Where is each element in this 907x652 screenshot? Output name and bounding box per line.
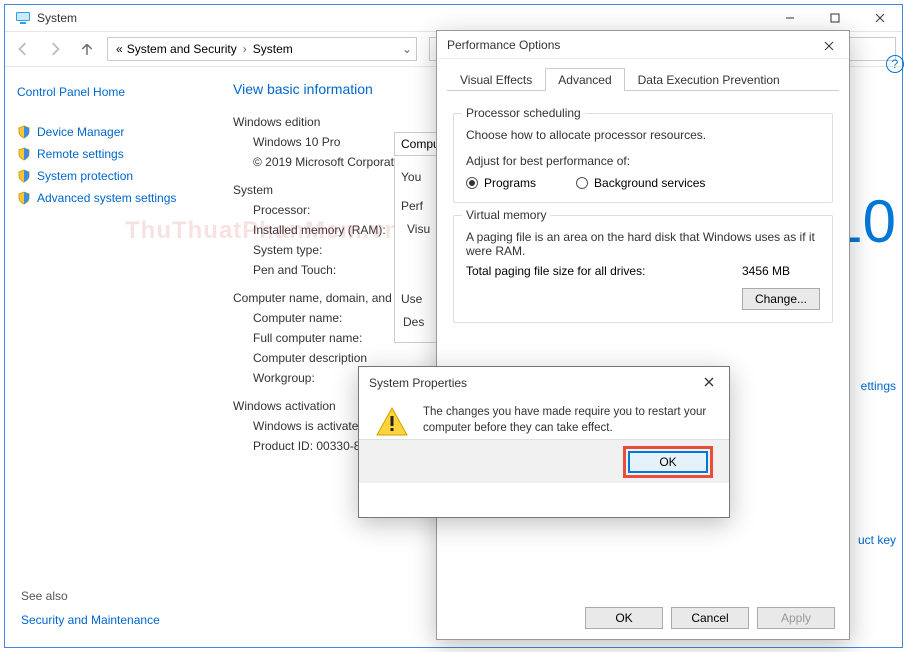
- sidebar-item-system-protection[interactable]: System protection: [17, 169, 203, 183]
- virtual-memory-group: Virtual memory A paging file is an area …: [453, 215, 833, 323]
- breadcrumb[interactable]: System and Security: [127, 42, 237, 56]
- restart-required-dialog: System Properties The changes you have m…: [358, 366, 730, 518]
- processor-scheduling-group: Processor scheduling Choose how to alloc…: [453, 113, 833, 203]
- restart-message: The changes you have made require you to…: [423, 405, 713, 439]
- change-button[interactable]: Change...: [742, 288, 820, 310]
- shield-icon: [17, 125, 31, 139]
- warning-icon: [375, 405, 409, 439]
- chevron-right-icon: ›: [243, 42, 247, 56]
- group-legend: Virtual memory: [462, 208, 550, 222]
- product-key-link[interactable]: uct key: [858, 533, 896, 547]
- shield-icon: [17, 169, 31, 183]
- radio-icon: [466, 177, 478, 189]
- sidebar-item-label: Advanced system settings: [37, 191, 176, 205]
- group-desc: Choose how to allocate processor resourc…: [466, 128, 820, 142]
- ok-button[interactable]: OK: [628, 451, 708, 473]
- back-button[interactable]: [11, 37, 35, 61]
- tab-dep[interactable]: Data Execution Prevention: [625, 68, 793, 91]
- tab-advanced[interactable]: Advanced: [545, 68, 624, 91]
- sidebar-item-device-manager[interactable]: Device Manager: [17, 125, 203, 139]
- sidebar-item-label: System protection: [37, 169, 133, 183]
- radio-icon: [576, 177, 588, 189]
- paging-total-value: 3456 MB: [742, 264, 790, 278]
- minimize-button[interactable]: [767, 5, 812, 31]
- breadcrumb[interactable]: System: [253, 42, 293, 56]
- window-title: System: [37, 11, 77, 25]
- radio-programs[interactable]: Programs: [466, 176, 536, 190]
- dialog-title: Performance Options: [437, 31, 849, 59]
- group-desc: A paging file is an area on the hard dis…: [466, 230, 820, 258]
- performance-options-dialog: Performance Options Visual Effects Advan…: [436, 30, 850, 640]
- tab-visual-effects[interactable]: Visual Effects: [447, 68, 545, 91]
- cancel-button[interactable]: Cancel: [671, 607, 749, 629]
- apply-button[interactable]: Apply: [757, 607, 835, 629]
- security-maintenance-link[interactable]: Security and Maintenance: [21, 613, 160, 627]
- sidebar-item-label: Device Manager: [37, 125, 124, 139]
- maximize-button[interactable]: [812, 5, 857, 31]
- sidebar-item-label: Remote settings: [37, 147, 124, 161]
- change-settings-link[interactable]: ettings: [861, 379, 896, 393]
- shield-icon: [17, 191, 31, 205]
- see-also-heading: See also: [21, 589, 160, 603]
- forward-button[interactable]: [43, 37, 67, 61]
- address-bar[interactable]: « System and Security › System ⌄: [107, 37, 417, 61]
- close-button[interactable]: [693, 371, 725, 393]
- close-button[interactable]: [857, 5, 902, 31]
- ok-highlight: OK: [623, 446, 713, 478]
- radio-background-services[interactable]: Background services: [576, 176, 705, 190]
- control-panel-home-link[interactable]: Control Panel Home: [17, 85, 203, 99]
- monitor-icon: [15, 10, 31, 26]
- chevron-down-icon[interactable]: ⌄: [402, 42, 412, 56]
- breadcrumb-lead: «: [116, 42, 123, 56]
- close-button[interactable]: [813, 35, 845, 57]
- adjust-label: Adjust for best performance of:: [466, 154, 820, 168]
- sidebar: Control Panel Home Device Manager Remote…: [5, 67, 215, 647]
- dialog-title: System Properties: [359, 367, 729, 395]
- paging-total-label: Total paging file size for all drives:: [466, 264, 645, 278]
- tabs: Visual Effects Advanced Data Execution P…: [447, 67, 839, 91]
- shield-icon: [17, 147, 31, 161]
- ok-button[interactable]: OK: [585, 607, 663, 629]
- sidebar-item-remote-settings[interactable]: Remote settings: [17, 147, 203, 161]
- up-button[interactable]: [75, 37, 99, 61]
- sidebar-item-advanced-settings[interactable]: Advanced system settings: [17, 191, 203, 205]
- group-legend: Processor scheduling: [462, 106, 585, 120]
- titlebar: System: [5, 5, 902, 31]
